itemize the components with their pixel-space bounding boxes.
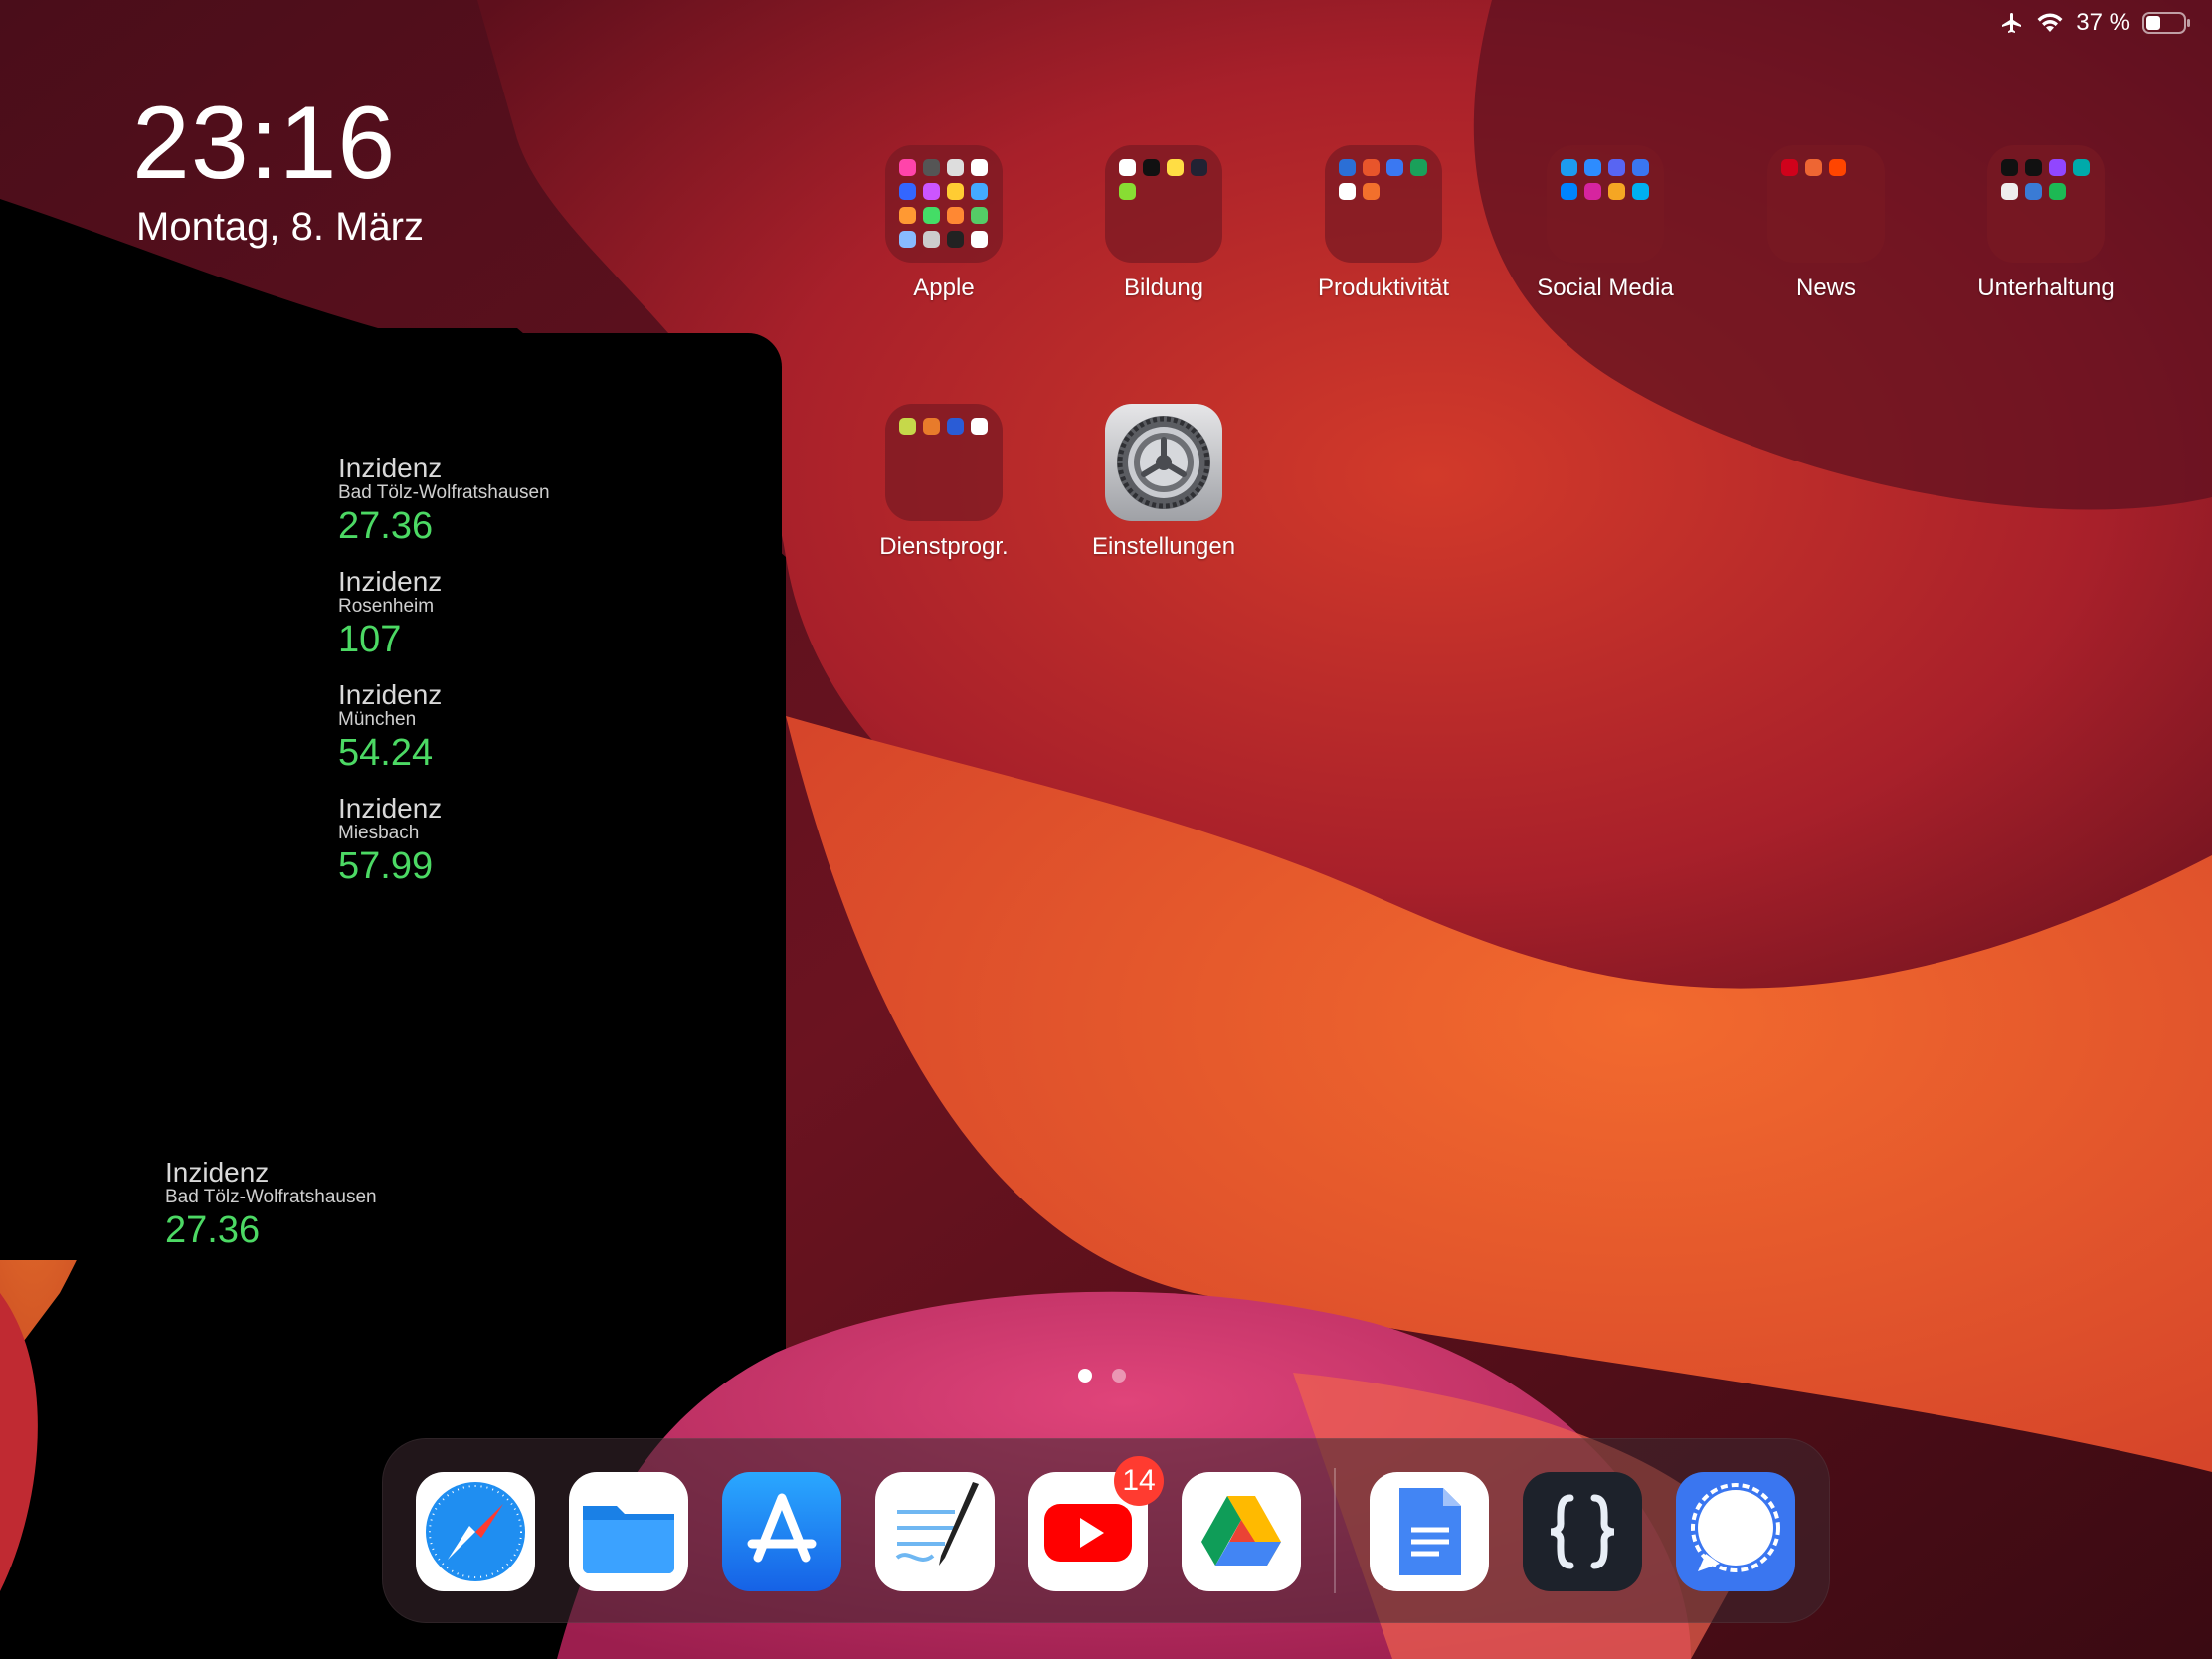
folder-dienstprogramme[interactable]: Dienstprogr. (839, 404, 1048, 561)
widget-title: Inzidenz (338, 793, 443, 824)
folder-social-media[interactable]: Social Media (1501, 145, 1710, 302)
folder-unterhaltung[interactable]: Unterhaltung (1941, 145, 2150, 302)
airplane-icon (2002, 13, 2022, 33)
folder-social-media-icon (1547, 145, 1664, 263)
incidence-widget[interactable]: Inzidenz Bad Tölz-Wolfratshausen 27.36 (165, 1158, 377, 1253)
widget-value: 27.36 (338, 505, 434, 548)
clock-time: 23:16 (132, 86, 397, 201)
incidence-widget[interactable]: Inzidenz Miesbach 57.99 (338, 794, 442, 889)
widget-title: Inzidenz (338, 679, 443, 710)
app-label: Produktivität (1317, 275, 1450, 301)
widget-place: München (338, 709, 417, 731)
wifi-icon (2037, 13, 2063, 32)
status-bar: 37 % (2000, 6, 2192, 40)
folder-produktivitaet-icon (1325, 145, 1442, 263)
app-einstellungen[interactable]: Einstellungen (1059, 404, 1268, 561)
folder-news-icon (1767, 145, 1885, 263)
app-label: Dienstprogr. (879, 533, 1009, 560)
incidence-widget[interactable]: Inzidenz Bad Tölz-Wolfratshausen 27.36 (338, 454, 550, 549)
dock-separator (1334, 1468, 1336, 1593)
widget-value: 107 (338, 619, 402, 661)
files-icon[interactable] (569, 1472, 688, 1591)
settings-gear-icon (1105, 404, 1222, 521)
folder-apple[interactable]: Apple (839, 145, 1048, 302)
folder-bildung-icon (1105, 145, 1222, 263)
google-docs-icon[interactable] (1370, 1472, 1489, 1591)
battery-icon (2142, 12, 2190, 34)
google-drive-icon[interactable] (1182, 1472, 1301, 1591)
widget-place: Bad Tölz-Wolfratshausen (165, 1187, 377, 1208)
widget-place: Miesbach (338, 823, 420, 844)
folder-dienstprogramme-icon (885, 404, 1003, 521)
goodnotes-icon[interactable] (875, 1472, 995, 1591)
page-dot[interactable] (1112, 1369, 1126, 1382)
youtube-badge: 14 (1114, 1456, 1164, 1506)
page-dot-active[interactable] (1078, 1369, 1092, 1382)
folder-apple-icon (885, 145, 1003, 263)
widget-value: 27.36 (165, 1209, 261, 1252)
app-label: Unterhaltung (1977, 275, 2115, 301)
signal-icon[interactable] (1676, 1472, 1795, 1591)
app-store-icon[interactable] (722, 1472, 841, 1591)
folder-bildung[interactable]: Bildung (1059, 145, 1268, 302)
widget-title: Inzidenz (338, 453, 443, 483)
clock-date: Montag, 8. März (136, 205, 425, 249)
folder-produktivitaet[interactable]: Produktivität (1279, 145, 1488, 302)
app-label: Bildung (1123, 275, 1204, 301)
folder-news[interactable]: News (1722, 145, 1931, 302)
widget-place: Bad Tölz-Wolfratshausen (338, 482, 550, 504)
widget-value: 57.99 (338, 845, 434, 888)
folder-unterhaltung-icon (1987, 145, 2105, 263)
page-indicator[interactable] (1078, 1369, 1126, 1382)
safari-icon[interactable] (416, 1472, 535, 1591)
battery-percentage: 37 % (2076, 9, 2130, 36)
app-label: Apple (913, 275, 975, 301)
incidence-widget[interactable]: Inzidenz Rosenheim 107 (338, 567, 442, 662)
widget-value: 54.24 (338, 732, 434, 775)
widget-place: Rosenheim (338, 596, 435, 618)
json-editor-icon[interactable] (1523, 1472, 1642, 1591)
widget-title: Inzidenz (338, 566, 443, 597)
app-label: Einstellungen (1091, 533, 1236, 560)
app-label: Social Media (1537, 275, 1674, 301)
widget-title: Inzidenz (165, 1157, 270, 1188)
incidence-widget[interactable]: Inzidenz München 54.24 (338, 680, 442, 776)
dock: 14 (382, 1438, 1830, 1623)
app-label: News (1795, 275, 1856, 301)
